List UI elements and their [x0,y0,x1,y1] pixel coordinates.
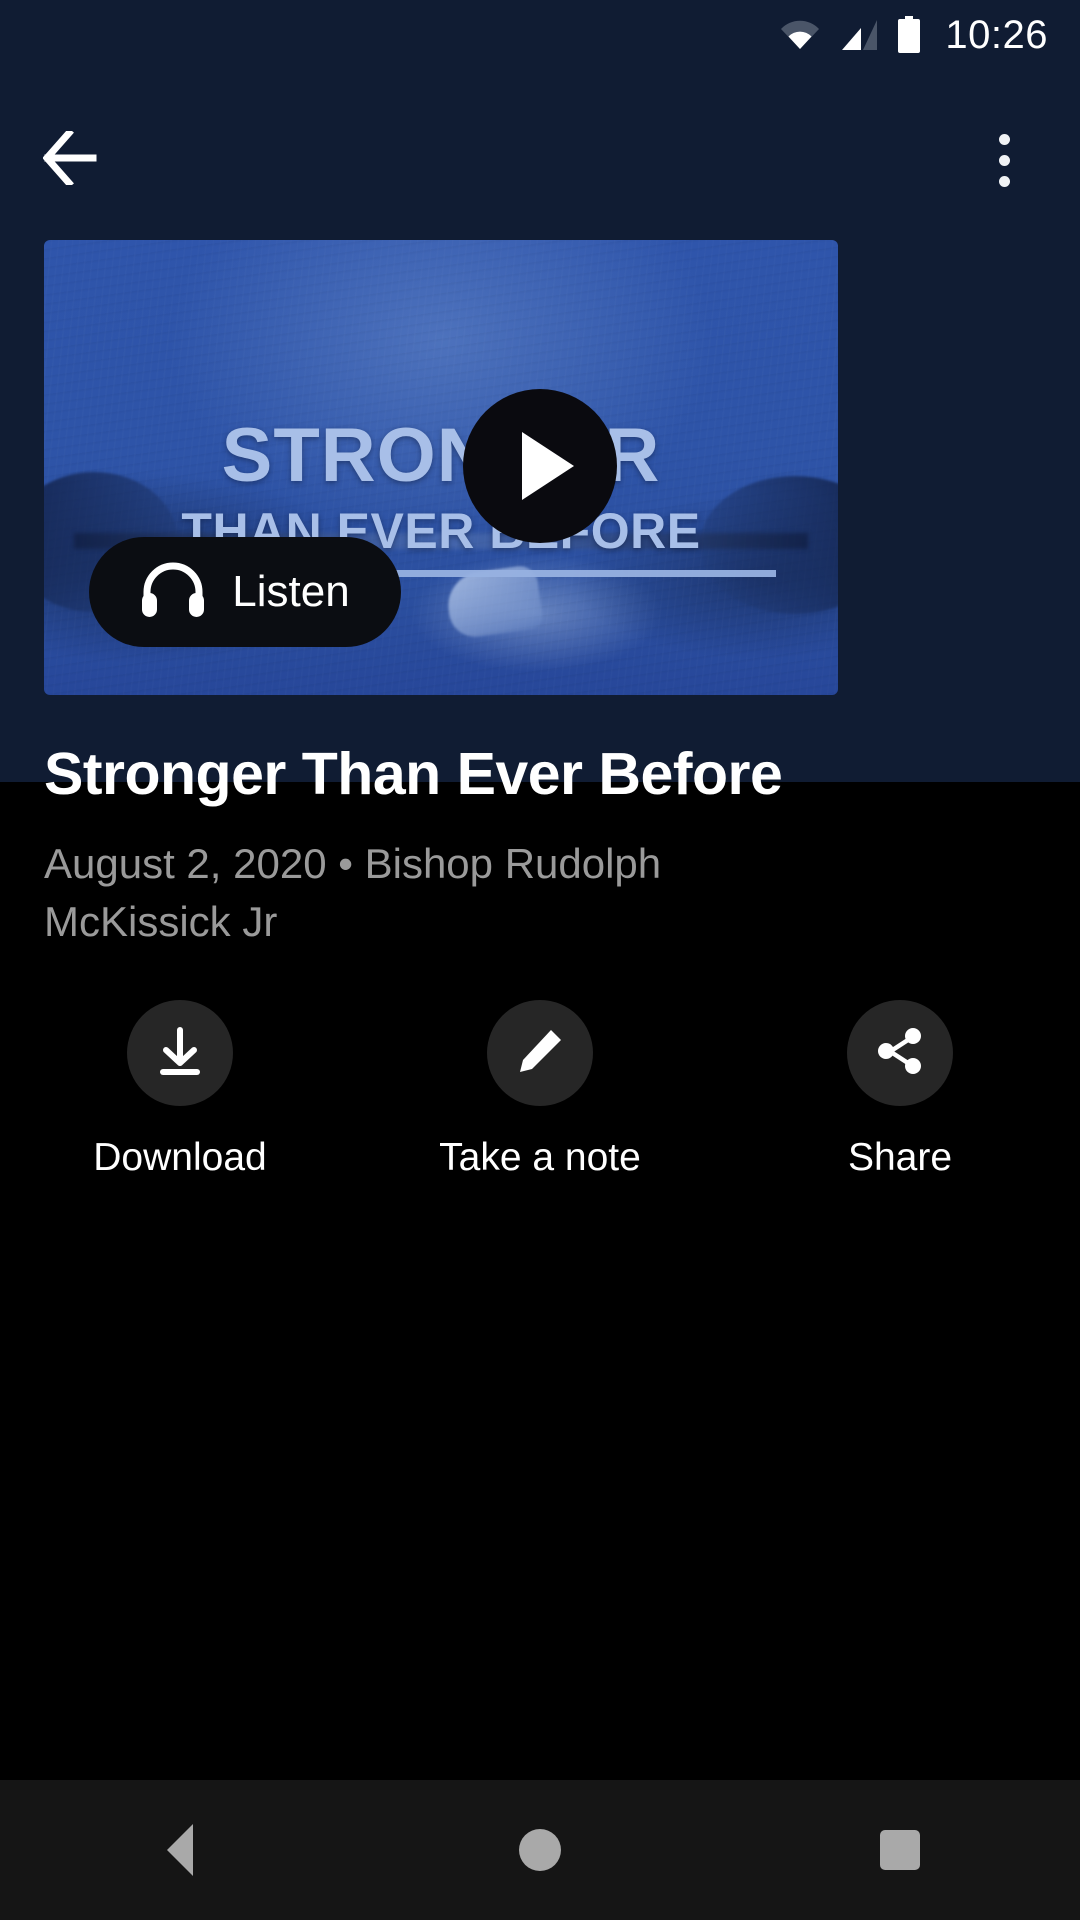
back-arrow-icon [42,127,109,190]
download-label: Download [93,1136,267,1179]
cellular-signal-icon [839,19,879,51]
back-nav-icon [167,1824,193,1876]
status-bar: 10:26 [0,0,1080,70]
take-note-action[interactable]: Take a note [360,1000,720,1177]
take-note-label: Take a note [439,1136,641,1179]
overflow-menu-icon [998,154,1010,166]
take-note-button[interactable] [487,1000,593,1106]
download-button[interactable] [127,1000,233,1106]
headphones-icon [140,561,206,624]
overflow-menu-button[interactable] [956,112,1052,208]
episode-meta: August 2, 2020 • Bishop Rudolph McKissic… [44,840,662,945]
battery-icon [897,16,921,54]
action-row: Download Take a note Share [0,1000,1080,1177]
listen-button[interactable]: Listen [89,537,401,647]
nav-back-button[interactable] [105,1780,255,1920]
download-action[interactable]: Download [0,1000,360,1177]
back-button[interactable] [28,112,124,208]
share-action[interactable]: Share [720,1000,1080,1177]
share-icon [873,1024,927,1083]
share-button[interactable] [847,1000,953,1106]
app-bar [0,70,1080,250]
play-icon [522,432,574,500]
play-button[interactable] [463,389,617,543]
listen-button-label: Listen [232,567,350,616]
android-navigation-bar [0,1780,1080,1920]
app-root: 10:26 STRONGER THAN EVER BEFORE Listen S… [0,0,1080,1920]
nav-home-button[interactable] [465,1780,615,1920]
pencil-icon [514,1025,566,1082]
overflow-menu-icon [998,133,1010,145]
overflow-menu-icon [998,175,1010,187]
recents-nav-icon [880,1830,920,1870]
wifi-icon [779,19,821,51]
thumbnail-headline: STRONGER [221,413,661,498]
download-icon [154,1024,206,1083]
home-nav-icon [519,1829,561,1871]
nav-recents-button[interactable] [825,1780,975,1920]
episode-title: Stronger Than Ever Before [44,741,783,807]
status-time: 10:26 [945,13,1048,57]
share-label: Share [847,1136,953,1179]
